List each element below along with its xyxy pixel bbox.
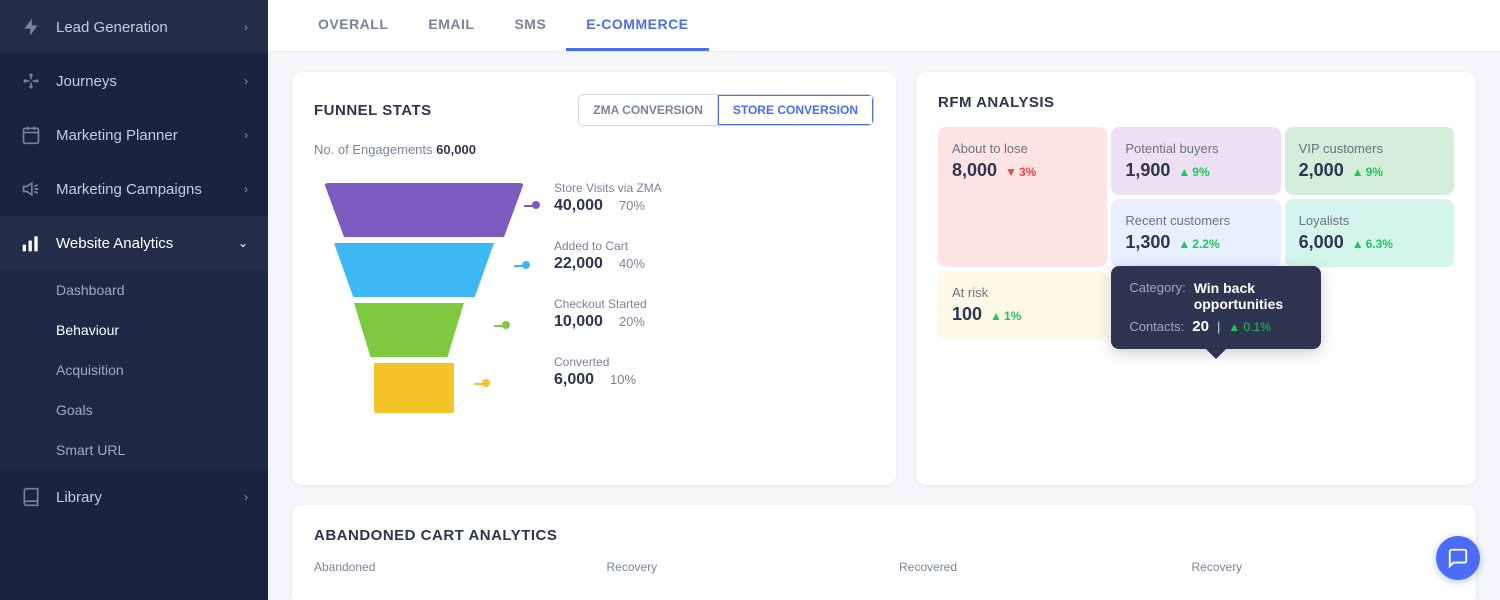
- tab-sms[interactable]: SMS: [494, 0, 566, 51]
- sidebar-item-library[interactable]: Library ›: [0, 470, 268, 524]
- sidebar-sub-item-dashboard[interactable]: Dashboard: [0, 270, 268, 310]
- tab-email[interactable]: EMAIL: [408, 0, 494, 51]
- sidebar-item-website-analytics[interactable]: Website Analytics ⌄: [0, 216, 268, 270]
- sidebar-item-journeys[interactable]: Journeys ›: [0, 54, 268, 108]
- funnel-stats-list: Store Visits via ZMA 40,000 70% Added to…: [554, 173, 874, 397]
- sidebar: Lead Generation › Journeys › Marketing P…: [0, 0, 268, 600]
- chart-icon: [20, 232, 42, 254]
- sidebar-sub-item-goals[interactable]: Goals: [0, 390, 268, 430]
- tab-ecommerce[interactable]: E-COMMERCE: [566, 0, 708, 51]
- store-conversion-toggle[interactable]: STORE CONVERSION: [718, 95, 873, 125]
- rfm-cell-at-risk: At risk 100 ▲ 1%: [938, 271, 1107, 339]
- sidebar-sub-item-acquisition[interactable]: Acquisition: [0, 350, 268, 390]
- funnel-stats-title: FUNNEL STATS: [314, 102, 432, 119]
- top-navigation: OVERALL EMAIL SMS E-COMMERCE: [268, 0, 1500, 52]
- sidebar-item-marketing-campaigns[interactable]: Marketing Campaigns ›: [0, 162, 268, 216]
- website-analytics-submenu: Dashboard Behaviour Acquisition Goals Sm…: [0, 270, 268, 470]
- funnel-stats-card: FUNNEL STATS ZMA CONVERSION STORE CONVER…: [292, 72, 896, 485]
- abandoned-col-1: Abandoned: [314, 560, 577, 582]
- engagements-label: No. of Engagements 60,000: [314, 142, 874, 157]
- sidebar-item-marketing-planner[interactable]: Marketing Planner ›: [0, 108, 268, 162]
- megaphone-icon: [20, 178, 42, 200]
- sidebar-item-lead-generation[interactable]: Lead Generation ›: [0, 0, 268, 54]
- rfm-tooltip: Category: Win back opportunities Contact…: [1111, 266, 1321, 349]
- rfm-title: RFM ANALYSIS: [938, 94, 1055, 111]
- rfm-cell-vip-customers: VIP customers 2,000 ▲ 9%: [1285, 127, 1454, 195]
- arrow-up-icon: ▲: [1352, 237, 1364, 251]
- abandoned-cart-title: ABANDONED CART ANALYTICS: [314, 527, 1454, 544]
- graph-icon: [20, 70, 42, 92]
- arrow-up-icon: ▲: [990, 309, 1002, 323]
- funnel-row-checkout-started: Checkout Started 10,000 20%: [554, 289, 874, 339]
- book-icon: [20, 486, 42, 508]
- abandoned-cart-columns: Abandoned Recovery Recovered Recovery: [314, 560, 1454, 582]
- main-content: OVERALL EMAIL SMS E-COMMERCE FUNNEL STAT…: [268, 0, 1500, 600]
- calendar-icon: [20, 124, 42, 146]
- sidebar-sub-item-behaviour[interactable]: Behaviour: [0, 310, 268, 350]
- tab-overall[interactable]: OVERALL: [298, 0, 408, 51]
- abandoned-col-3: Recovered: [899, 560, 1162, 582]
- rfm-cell-loyalists: Loyalists 6,000 ▲ 6.3%: [1285, 199, 1454, 267]
- funnel-row-converted: Converted 6,000 10%: [554, 347, 874, 397]
- arrow-up-icon: ▲: [1178, 165, 1190, 179]
- chevron-right-icon: ›: [244, 128, 248, 142]
- funnel-visual: [314, 173, 534, 463]
- arrow-up-icon: ▲: [1352, 165, 1364, 179]
- abandoned-col-2: Recovery: [607, 560, 870, 582]
- rfm-cell-about-to-lose: About to lose 8,000 ▼ 3%: [938, 127, 1107, 267]
- chevron-right-icon: ›: [244, 20, 248, 34]
- rfm-cell-potential-buyers: Potential buyers 1,900 ▲ 9%: [1111, 127, 1280, 195]
- funnel-row-store-visits: Store Visits via ZMA 40,000 70%: [554, 173, 874, 223]
- rfm-tooltip-area: Category: Win back opportunities Contact…: [1111, 271, 1454, 339]
- chevron-right-icon: ›: [244, 182, 248, 196]
- content-area: FUNNEL STATS ZMA CONVERSION STORE CONVER…: [268, 52, 1500, 600]
- arrow-down-icon: ▼: [1005, 165, 1017, 179]
- rfm-cell-recent-customers: Recent customers 1,300 ▲ 2.2%: [1111, 199, 1280, 267]
- abandoned-col-4: Recovery: [1192, 560, 1455, 582]
- chevron-down-icon: ⌄: [238, 236, 248, 250]
- chevron-right-icon: ›: [244, 74, 248, 88]
- funnel-toggle-group: ZMA CONVERSION STORE CONVERSION: [578, 94, 874, 126]
- support-button[interactable]: [1436, 536, 1480, 580]
- rfm-header: RFM ANALYSIS: [938, 94, 1454, 111]
- abandoned-cart-card: ABANDONED CART ANALYTICS Abandoned Recov…: [292, 505, 1476, 600]
- rfm-analysis-card: RFM ANALYSIS About to lose 8,000 ▼: [916, 72, 1476, 485]
- lightning-icon: [20, 16, 42, 38]
- sidebar-sub-item-smart-url[interactable]: Smart URL: [0, 430, 268, 470]
- chevron-right-icon: ›: [244, 490, 248, 504]
- funnel-stats-header: FUNNEL STATS ZMA CONVERSION STORE CONVER…: [314, 94, 874, 126]
- funnel-content: Store Visits via ZMA 40,000 70% Added to…: [314, 173, 874, 463]
- zma-conversion-toggle[interactable]: ZMA CONVERSION: [579, 95, 718, 125]
- funnel-row-added-to-cart: Added to Cart 22,000 40%: [554, 231, 874, 281]
- arrow-up-icon: ▲: [1178, 237, 1190, 251]
- main-cards-row: FUNNEL STATS ZMA CONVERSION STORE CONVER…: [292, 72, 1476, 485]
